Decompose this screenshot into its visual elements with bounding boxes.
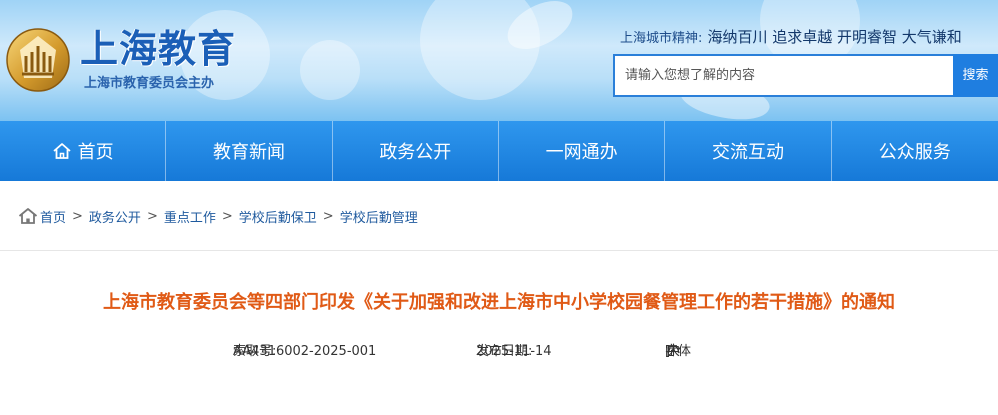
breadcrumb-item-government-affairs[interactable]: 政务公开 xyxy=(89,207,141,226)
nav-item-label: 公众服务 xyxy=(878,142,951,163)
breadcrumb-separator: > xyxy=(322,208,334,224)
index-value: AA4316002-2025-001 xyxy=(233,344,377,359)
breadcrumb: 首页 > 政务公开 > 重点工作 > 学校后勤保卫 > 学校后勤管理 xyxy=(18,205,418,227)
main-nav: 首页 教育新闻 政务公开 一网通办 交流互动 公众服务 xyxy=(0,121,998,181)
breadcrumb-separator: > xyxy=(72,208,83,224)
font-size-bracket: ] xyxy=(665,344,671,359)
site-logo-subtitle: 上海市教育委员会主办 xyxy=(84,76,215,91)
article-meta: 索取号: AA4316002-2025-001 发布日期: 2025-11-14… xyxy=(0,342,998,362)
divider xyxy=(0,250,998,251)
city-spirit-text: 海纳百川 追求卓越 开明睿智 大气谦和 xyxy=(707,28,962,46)
nav-item-public-service[interactable]: 公众服务 xyxy=(832,121,998,181)
nav-item-education-news[interactable]: 教育新闻 xyxy=(166,121,333,181)
nav-item-label: 首页 xyxy=(77,142,114,163)
nav-item-label: 一网通办 xyxy=(545,142,618,163)
article-title: 上海市教育委员会等四部门印发《关于加强和改进上海市中小学校园餐管理工作的若干措施… xyxy=(103,292,895,313)
nav-item-home[interactable]: 首页 xyxy=(0,121,167,181)
nav-item-one-stop-service[interactable]: 一网通办 xyxy=(499,121,666,181)
nav-item-label: 政务公开 xyxy=(379,142,452,163)
city-spirit: 上海城市精神: 海纳百川 追求卓越 开明睿智 大气谦和 xyxy=(620,26,998,48)
breadcrumb-separator: > xyxy=(146,208,158,224)
search-input[interactable] xyxy=(613,54,953,97)
nav-item-label: 交流互动 xyxy=(711,142,784,163)
site-logo-title[interactable]: 上海教育 xyxy=(80,26,236,72)
nav-item-government-affairs[interactable]: 政务公开 xyxy=(333,121,499,181)
breadcrumb-item-key-work[interactable]: 重点工作 xyxy=(164,207,216,226)
breadcrumb-separator: > xyxy=(221,208,233,224)
home-icon xyxy=(53,143,71,159)
home-icon xyxy=(18,208,38,224)
publish-date-value: 2025-11-14 xyxy=(476,344,552,359)
breadcrumb-item-logistics-management[interactable]: 学校后勤管理 xyxy=(340,207,418,226)
breadcrumb-item-home[interactable]: 首页 xyxy=(40,207,66,226)
search-button[interactable]: 搜索 xyxy=(953,54,998,97)
logo-emblem-icon[interactable] xyxy=(4,26,72,94)
city-spirit-label: 上海城市精神: xyxy=(620,31,703,46)
nav-item-interaction[interactable]: 交流互动 xyxy=(665,121,832,181)
site-header: 上海教育 上海市教育委员会主办 上海城市精神: 海纳百川 追求卓越 开明睿智 大… xyxy=(0,0,998,121)
nav-item-label: 教育新闻 xyxy=(212,142,285,163)
header-decoration xyxy=(300,40,360,100)
breadcrumb-item-logistics-security[interactable]: 学校后勤保卫 xyxy=(239,207,317,226)
